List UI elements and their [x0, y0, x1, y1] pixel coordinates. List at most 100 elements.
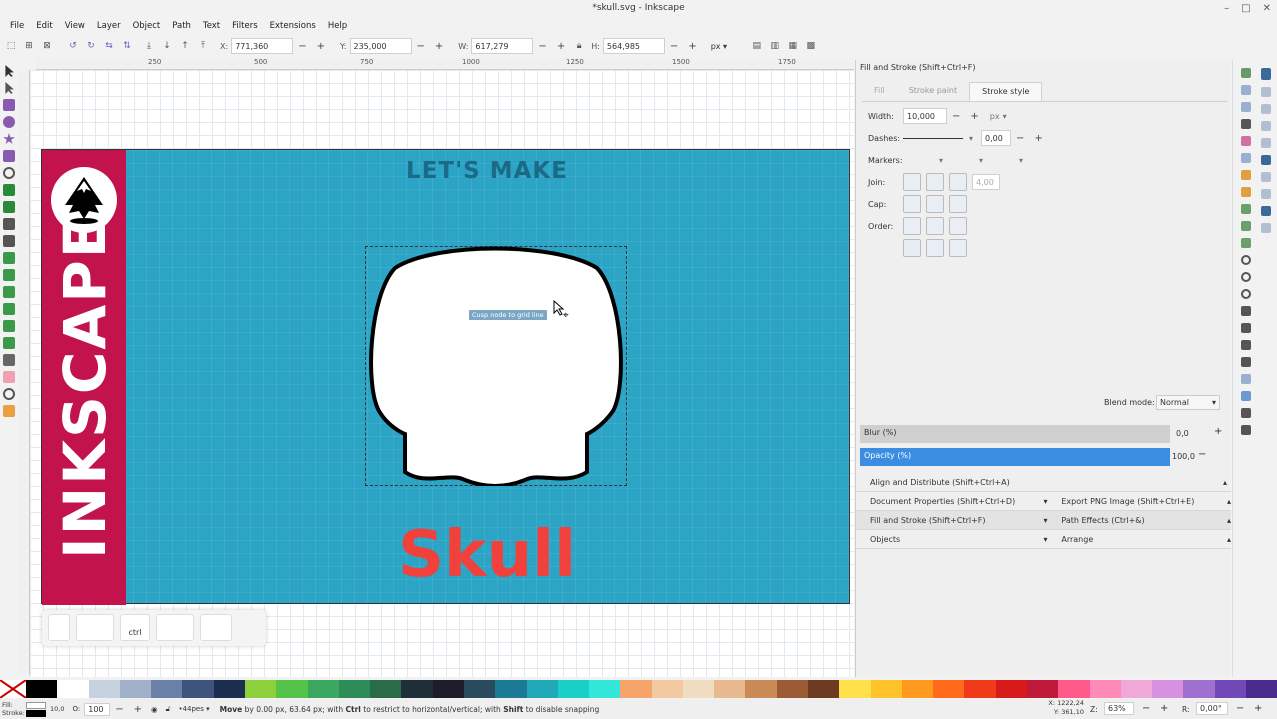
calligraphy-tool-icon[interactable] — [3, 218, 15, 230]
copy-icon[interactable] — [1241, 204, 1251, 214]
order-fill-markers-stroke-icon[interactable] — [949, 217, 967, 235]
y-field[interactable]: 235,000 — [349, 38, 412, 54]
w-minus-button[interactable]: − — [538, 41, 546, 52]
color-swatch[interactable] — [933, 680, 965, 698]
menu-file[interactable]: File — [4, 21, 30, 31]
selector-tool-icon[interactable] — [5, 65, 14, 77]
eraser-tool-icon[interactable] — [3, 269, 15, 281]
deselect-icon[interactable]: ⊠ — [40, 39, 54, 53]
color-swatch[interactable] — [119, 680, 152, 698]
duplicate-icon[interactable] — [1241, 306, 1251, 316]
x-field[interactable]: 771,360 — [231, 38, 294, 54]
menu-path[interactable]: Path — [166, 21, 197, 31]
move-gradients-icon[interactable]: ▦ — [786, 39, 800, 53]
snap-cusp-icon[interactable] — [1261, 155, 1271, 165]
paste-icon[interactable] — [1241, 238, 1251, 248]
h-minus-button[interactable]: − — [670, 41, 678, 52]
lower-bottom-icon[interactable]: ⤓ — [142, 39, 156, 53]
width-field[interactable]: 10,000 — [903, 108, 947, 124]
y-plus-button[interactable]: + — [435, 41, 443, 52]
rotation-plus-button[interactable]: + — [1254, 703, 1262, 714]
dock-export[interactable]: Export PNG Image (Shift+Ctrl+E) — [1053, 497, 1227, 506]
canvas[interactable]: INKSCAPE LET'S MAKE Cusp node to grid li… — [30, 70, 854, 677]
menu-layer[interactable]: Layer — [91, 21, 127, 31]
snap-guide-icon[interactable] — [1261, 223, 1271, 233]
color-swatch[interactable] — [776, 680, 809, 698]
color-swatch[interactable] — [1058, 680, 1090, 698]
order-markers-stroke-fill-icon[interactable] — [949, 239, 967, 257]
opacity-plus-status[interactable]: + — [134, 704, 142, 715]
measure-tool-icon[interactable] — [3, 405, 15, 417]
cap-round-icon[interactable] — [926, 195, 944, 213]
order-stroke-fill-markers-icon[interactable] — [926, 217, 944, 235]
x-minus-button[interactable]: − — [298, 41, 306, 52]
color-swatch[interactable] — [26, 680, 58, 698]
tab-stroke-style[interactable]: Stroke style — [969, 82, 1043, 101]
blend-select[interactable]: Normal ▾ — [1156, 395, 1220, 410]
menu-filters[interactable]: Filters — [226, 21, 263, 31]
menu-object[interactable]: Object — [127, 21, 167, 31]
toggle-visibility-icon[interactable]: ◉ — [151, 705, 158, 714]
color-swatch[interactable] — [213, 680, 245, 698]
color-swatch[interactable] — [370, 680, 402, 698]
color-swatch[interactable] — [995, 680, 1027, 698]
stroke-width-value[interactable]: 10,0 — [50, 705, 64, 713]
preferences-icon[interactable] — [1241, 425, 1251, 435]
opacity-minus-status[interactable]: − — [115, 704, 123, 715]
save-icon[interactable] — [1241, 102, 1251, 112]
snap-nodes-icon[interactable] — [1261, 104, 1271, 114]
width-unit[interactable]: px — [990, 112, 1000, 121]
color-swatch[interactable] — [1027, 680, 1059, 698]
spiral-tool-icon[interactable] — [3, 167, 15, 179]
raise-top-icon[interactable]: ⤒ — [196, 39, 210, 53]
color-swatch[interactable] — [57, 680, 89, 698]
blur-slider[interactable]: Blur (%) — [860, 425, 1170, 443]
layer-lock-icon[interactable]: 🔓︎ — [166, 704, 171, 714]
color-swatch[interactable] — [463, 680, 496, 698]
opacity-minus-button[interactable]: − — [1198, 449, 1206, 460]
zoom-plus-button[interactable]: + — [1160, 703, 1168, 714]
snap-smooth-icon[interactable] — [1261, 172, 1271, 182]
dock-docprops[interactable]: Document Properties (Shift+Ctrl+D) — [870, 497, 1044, 506]
color-swatch[interactable] — [839, 680, 871, 698]
move-patterns-icon[interactable]: ▩ — [804, 39, 818, 53]
color-swatch[interactable] — [557, 680, 590, 698]
color-swatch[interactable] — [808, 680, 840, 698]
menu-view[interactable]: View — [59, 21, 91, 31]
miter-limit-field[interactable]: 4,00 — [972, 174, 1000, 190]
dock-arrange[interactable]: Arrange — [1053, 535, 1227, 544]
select-all-icon[interactable]: ⬚ — [4, 39, 18, 53]
zoom-tool-icon[interactable] — [3, 388, 15, 400]
scale-corners-icon[interactable]: ▥ — [768, 39, 782, 53]
join-round-icon[interactable] — [926, 173, 944, 191]
pencil-tool-icon[interactable] — [3, 184, 15, 196]
rotate-ccw-icon[interactable]: ↺ — [66, 39, 80, 53]
snap-midpoints-icon[interactable] — [1261, 189, 1271, 199]
snap-bbox-icon[interactable] — [1261, 87, 1271, 97]
snap-grid-icon[interactable] — [1261, 206, 1271, 216]
color-swatch[interactable] — [682, 680, 715, 698]
menu-extensions[interactable]: Extensions — [264, 21, 322, 31]
marker-mid-select[interactable]: ▾ — [943, 156, 983, 165]
tab-fill[interactable]: Fill — [862, 82, 897, 101]
color-swatch[interactable] — [401, 680, 433, 698]
color-swatch[interactable] — [1183, 680, 1215, 698]
color-swatch[interactable] — [901, 680, 934, 698]
spray-tool-icon[interactable] — [3, 252, 15, 264]
x-plus-button[interactable]: + — [317, 41, 325, 52]
color-swatch[interactable] — [1245, 680, 1277, 698]
color-swatch[interactable] — [88, 680, 120, 698]
marker-start-select[interactable]: ▾ — [903, 156, 943, 165]
zoom-selection-icon[interactable] — [1241, 255, 1251, 265]
color-swatch[interactable] — [870, 680, 902, 698]
color-swatch[interactable] — [1089, 680, 1121, 698]
color-swatch[interactable] — [1120, 680, 1153, 698]
w-plus-button[interactable]: + — [557, 41, 565, 52]
text-dialog-icon[interactable] — [1241, 323, 1251, 333]
dash-plus-button[interactable]: + — [1034, 133, 1042, 144]
lock-icon[interactable]: 🔒︎ — [572, 39, 586, 53]
cap-square-icon[interactable] — [949, 195, 967, 213]
join-miter-icon[interactable] — [903, 173, 921, 191]
rect-tool-icon[interactable] — [3, 99, 15, 111]
align-icon[interactable] — [1241, 408, 1251, 418]
